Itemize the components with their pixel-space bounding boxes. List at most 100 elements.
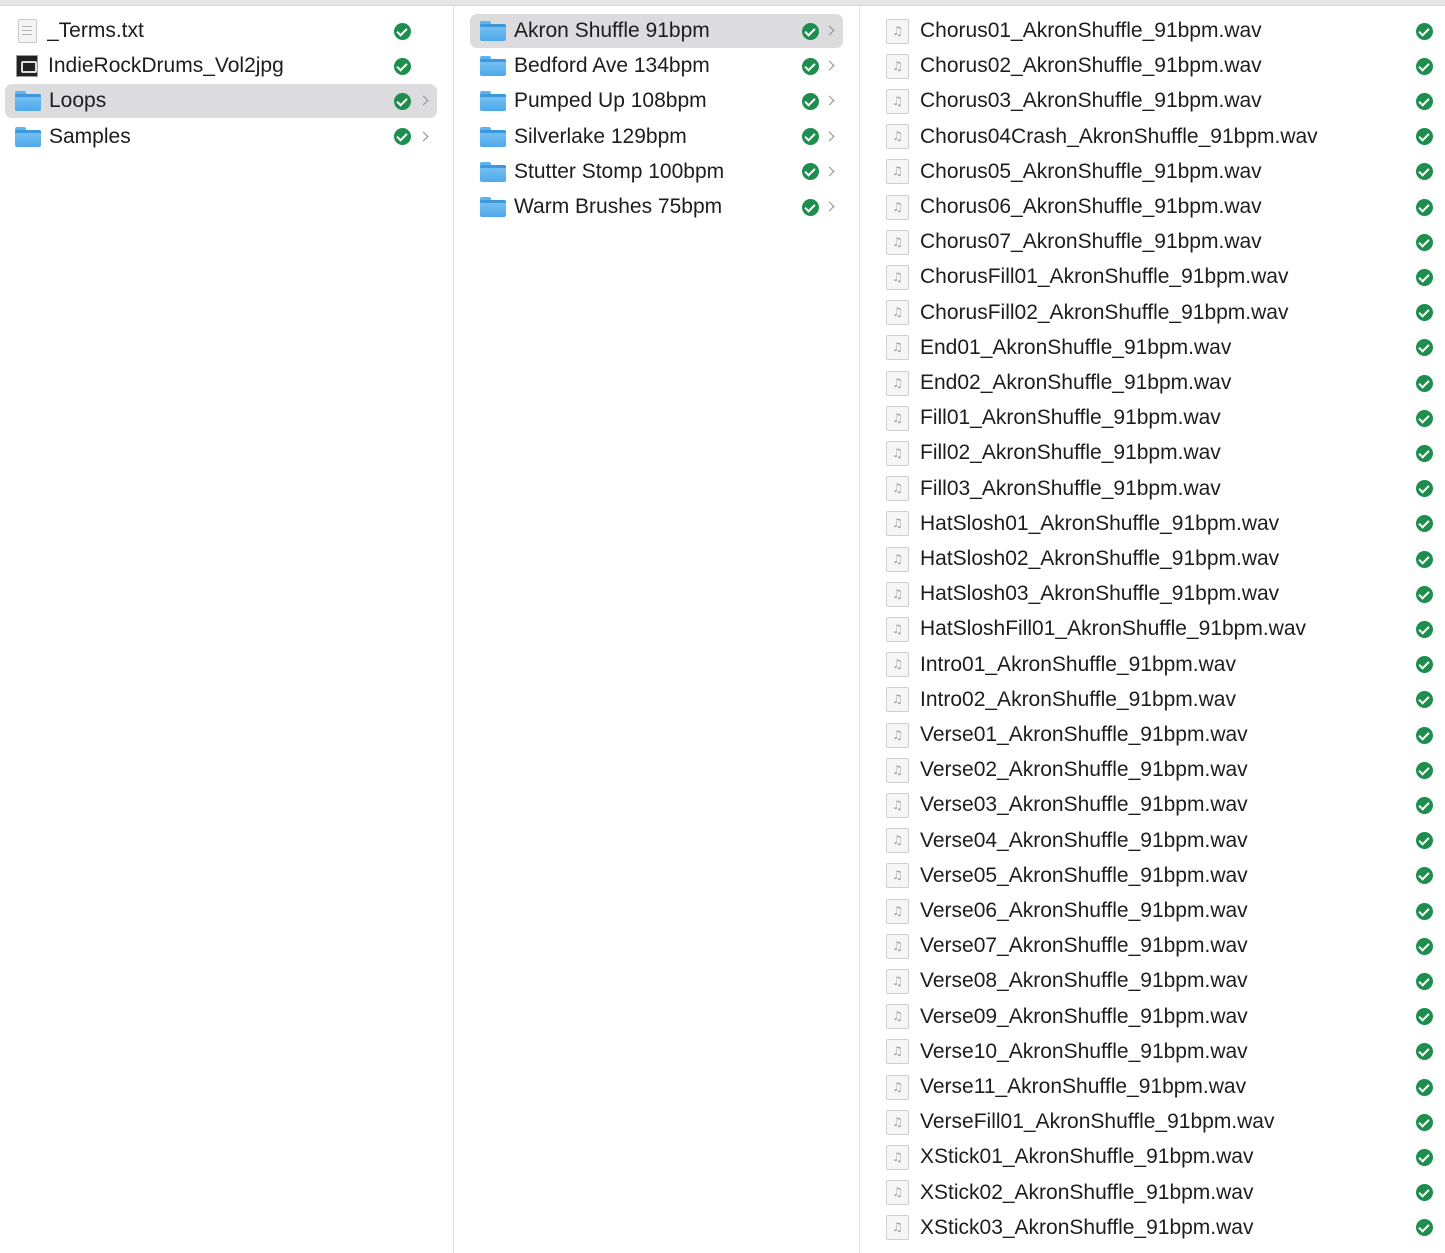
- audio-file-icon: ♫: [886, 616, 909, 642]
- audio-file-icon: ♫: [886, 722, 909, 748]
- item-name: ChorusFill01_AkronShuffle_91bpm.wav: [920, 265, 1289, 289]
- file-row-verse05-akronshuffle-91bpm-wav[interactable]: ♫ Verse05_AkronShuffle_91bpm.wav: [884, 859, 1435, 893]
- file-row-chorus06-akronshuffle-91bpm-wav[interactable]: ♫ Chorus06_AkronShuffle_91bpm.wav: [884, 190, 1435, 224]
- file-row-terms-txt[interactable]: _Terms.txt: [5, 14, 437, 48]
- file-row-indierockdrums-vol2jpg[interactable]: IndieRockDrums_Vol2jpg: [5, 49, 437, 83]
- folder-row-samples[interactable]: Samples: [5, 120, 437, 154]
- file-row-hatslosh02-akronshuffle-91bpm-wav[interactable]: ♫ HatSlosh02_AkronShuffle_91bpm.wav: [884, 542, 1435, 576]
- chevron-right-icon[interactable]: [825, 93, 837, 109]
- file-row-xstick01-akronshuffle-91bpm-wav[interactable]: ♫ XStick01_AkronShuffle_91bpm.wav: [884, 1140, 1435, 1174]
- file-row-chorusfill02-akronshuffle-91bpm-wav[interactable]: ♫ ChorusFill02_AkronShuffle_91bpm.wav: [884, 296, 1435, 330]
- audio-file-icon: ♫: [886, 370, 909, 396]
- file-row-chorus07-akronshuffle-91bpm-wav[interactable]: ♫ Chorus07_AkronShuffle_91bpm.wav: [884, 225, 1435, 259]
- item-name: XStick01_AkronShuffle_91bpm.wav: [920, 1145, 1254, 1169]
- checkmark-circle-icon: [394, 128, 411, 146]
- file-row-end02-akronshuffle-91bpm-wav[interactable]: ♫ End02_AkronShuffle_91bpm.wav: [884, 366, 1435, 400]
- audio-file-icon: ♫: [886, 476, 909, 502]
- file-row-hatsloshfill01-akronshuffle-91bpm-wav[interactable]: ♫ HatSloshFill01_AkronShuffle_91bpm.wav: [884, 612, 1435, 646]
- file-row-verse11-akronshuffle-91bpm-wav[interactable]: ♫ Verse11_AkronShuffle_91bpm.wav: [884, 1070, 1435, 1104]
- audio-file-icon: ♫: [886, 229, 909, 255]
- file-row-chorus04crash-akronshuffle-91bpm-wav[interactable]: ♫ Chorus04Crash_AkronShuffle_91bpm.wav: [884, 120, 1435, 154]
- item-name: XStick02_AkronShuffle_91bpm.wav: [920, 1180, 1254, 1204]
- file-row-chorus02-akronshuffle-91bpm-wav[interactable]: ♫ Chorus02_AkronShuffle_91bpm.wav: [884, 49, 1435, 83]
- file-row-fill02-akronshuffle-91bpm-wav[interactable]: ♫ Fill02_AkronShuffle_91bpm.wav: [884, 436, 1435, 470]
- file-row-verse01-akronshuffle-91bpm-wav[interactable]: ♫ Verse01_AkronShuffle_91bpm.wav: [884, 718, 1435, 752]
- file-row-xstick02-akronshuffle-91bpm-wav[interactable]: ♫ XStick02_AkronShuffle_91bpm.wav: [884, 1176, 1435, 1210]
- checkmark-circle-icon: [1416, 867, 1433, 885]
- folder-row-warm-brushes-75bpm[interactable]: Warm Brushes 75bpm: [470, 190, 843, 224]
- item-name: HatSloshFill01_AkronShuffle_91bpm.wav: [920, 617, 1306, 641]
- item-name: Chorus01_AkronShuffle_91bpm.wav: [920, 19, 1262, 42]
- folder-row-loops[interactable]: Loops: [5, 84, 437, 119]
- audio-file-icon: ♫: [886, 194, 909, 220]
- file-row-verse06-akronshuffle-91bpm-wav[interactable]: ♫ Verse06_AkronShuffle_91bpm.wav: [884, 894, 1435, 928]
- file-row-intro02-akronshuffle-91bpm-wav[interactable]: ♫ Intro02_AkronShuffle_91bpm.wav: [884, 683, 1435, 717]
- chevron-right-icon[interactable]: [825, 199, 837, 215]
- item-name: Verse05_AkronShuffle_91bpm.wav: [920, 863, 1248, 887]
- file-row-fill03-akronshuffle-91bpm-wav[interactable]: ♫ Fill03_AkronShuffle_91bpm.wav: [884, 472, 1435, 506]
- checkmark-circle-icon: [394, 92, 411, 110]
- item-name: Loops: [49, 89, 107, 113]
- checkmark-circle-icon: [1416, 374, 1433, 392]
- folder-row-silverlake-129bpm[interactable]: Silverlake 129bpm: [470, 120, 843, 154]
- file-row-fill01-akronshuffle-91bpm-wav[interactable]: ♫ Fill01_AkronShuffle_91bpm.wav: [884, 401, 1435, 435]
- audio-file-icon: ♫: [886, 511, 909, 537]
- chevron-right-icon[interactable]: [419, 93, 431, 109]
- checkmark-circle-icon: [1416, 92, 1433, 110]
- file-row-versefill01-akronshuffle-91bpm-wav[interactable]: ♫ VerseFill01_AkronShuffle_91bpm.wav: [884, 1105, 1435, 1139]
- file-row-hatslosh03-akronshuffle-91bpm-wav[interactable]: ♫ HatSlosh03_AkronShuffle_91bpm.wav: [884, 577, 1435, 611]
- audio-file-icon: ♫: [886, 898, 909, 924]
- checkmark-circle-icon: [1416, 1008, 1433, 1026]
- folder-row-pumped-up-108bpm[interactable]: Pumped Up 108bpm: [470, 84, 843, 118]
- chevron-right-icon[interactable]: [825, 58, 837, 74]
- folder-icon: [480, 91, 506, 112]
- column-akron-shuffle[interactable]: ♫ Chorus01_AkronShuffle_91bpm.wav ♫ Chorus0…: [860, 6, 1445, 1253]
- column-loops[interactable]: Akron Shuffle 91bpm Bedford Ave 134bpm Pum…: [454, 6, 860, 1253]
- audio-file-icon: ♫: [886, 405, 909, 431]
- audio-file-icon: ♫: [886, 968, 909, 994]
- folder-row-bedford-ave-134bpm[interactable]: Bedford Ave 134bpm: [470, 49, 843, 83]
- folder-icon: [15, 91, 41, 112]
- item-name: Chorus05_AkronShuffle_91bpm.wav: [920, 159, 1262, 183]
- item-name: ChorusFill02_AkronShuffle_91bpm.wav: [920, 300, 1289, 324]
- file-row-chorus05-akronshuffle-91bpm-wav[interactable]: ♫ Chorus05_AkronShuffle_91bpm.wav: [884, 155, 1435, 189]
- file-row-verse07-akronshuffle-91bpm-wav[interactable]: ♫ Verse07_AkronShuffle_91bpm.wav: [884, 929, 1435, 963]
- checkmark-circle-icon: [1416, 902, 1433, 920]
- item-name: HatSlosh01_AkronShuffle_91bpm.wav: [920, 511, 1280, 535]
- audio-file-icon: ♫: [886, 159, 909, 185]
- audio-file-icon: ♫: [886, 18, 909, 44]
- checkmark-circle-icon: [802, 57, 819, 75]
- file-row-chorus01-akronshuffle-91bpm-wav[interactable]: ♫ Chorus01_AkronShuffle_91bpm.wav: [884, 14, 1435, 48]
- chevron-right-icon[interactable]: [825, 129, 837, 145]
- file-row-verse04-akronshuffle-91bpm-wav[interactable]: ♫ Verse04_AkronShuffle_91bpm.wav: [884, 824, 1435, 858]
- checkmark-circle-icon: [1416, 339, 1433, 357]
- file-row-hatslosh01-akronshuffle-91bpm-wav[interactable]: ♫ HatSlosh01_AkronShuffle_91bpm.wav: [884, 507, 1435, 541]
- item-name: Verse07_AkronShuffle_91bpm.wav: [920, 934, 1248, 958]
- item-name: Verse06_AkronShuffle_91bpm.wav: [920, 899, 1248, 922]
- item-name: Samples: [49, 124, 131, 148]
- chevron-right-icon[interactable]: [825, 164, 837, 180]
- file-row-verse09-akronshuffle-91bpm-wav[interactable]: ♫ Verse09_AkronShuffle_91bpm.wav: [884, 1000, 1435, 1034]
- file-row-verse02-akronshuffle-91bpm-wav[interactable]: ♫ Verse02_AkronShuffle_91bpm.wav: [884, 753, 1435, 787]
- item-name: VerseFill01_AkronShuffle_91bpm.wav: [920, 1110, 1275, 1134]
- checkmark-circle-icon: [1416, 22, 1433, 40]
- file-row-xstick03-akronshuffle-91bpm-wav[interactable]: ♫ XStick03_AkronShuffle_91bpm.wav: [884, 1211, 1435, 1245]
- item-name: Akron Shuffle 91bpm: [514, 19, 710, 42]
- audio-file-icon: ♫: [886, 652, 909, 678]
- audio-file-icon: ♫: [886, 264, 909, 290]
- file-row-verse03-akronshuffle-91bpm-wav[interactable]: ♫ Verse03_AkronShuffle_91bpm.wav: [884, 788, 1435, 822]
- column-root[interactable]: _Terms.txt IndieRockDrums_Vol2jpg Loops Sam…: [0, 6, 454, 1253]
- file-row-chorus03-akronshuffle-91bpm-wav[interactable]: ♫ Chorus03_AkronShuffle_91bpm.wav: [884, 84, 1435, 118]
- chevron-right-icon[interactable]: [419, 129, 431, 145]
- file-row-end01-akronshuffle-91bpm-wav[interactable]: ♫ End01_AkronShuffle_91bpm.wav: [884, 331, 1435, 365]
- folder-row-akron-shuffle-91bpm[interactable]: Akron Shuffle 91bpm: [470, 14, 843, 48]
- folder-row-stutter-stomp-100bpm[interactable]: Stutter Stomp 100bpm: [470, 155, 843, 189]
- file-row-verse10-akronshuffle-91bpm-wav[interactable]: ♫ Verse10_AkronShuffle_91bpm.wav: [884, 1035, 1435, 1069]
- audio-file-icon: ♫: [886, 933, 909, 959]
- file-row-verse08-akronshuffle-91bpm-wav[interactable]: ♫ Verse08_AkronShuffle_91bpm.wav: [884, 964, 1435, 998]
- chevron-right-icon[interactable]: [825, 23, 837, 39]
- file-row-chorusfill01-akronshuffle-91bpm-wav[interactable]: ♫ ChorusFill01_AkronShuffle_91bpm.wav: [884, 260, 1435, 294]
- file-row-intro01-akronshuffle-91bpm-wav[interactable]: ♫ Intro01_AkronShuffle_91bpm.wav: [884, 648, 1435, 682]
- checkmark-circle-icon: [394, 22, 411, 40]
- checkmark-circle-icon: [802, 22, 819, 40]
